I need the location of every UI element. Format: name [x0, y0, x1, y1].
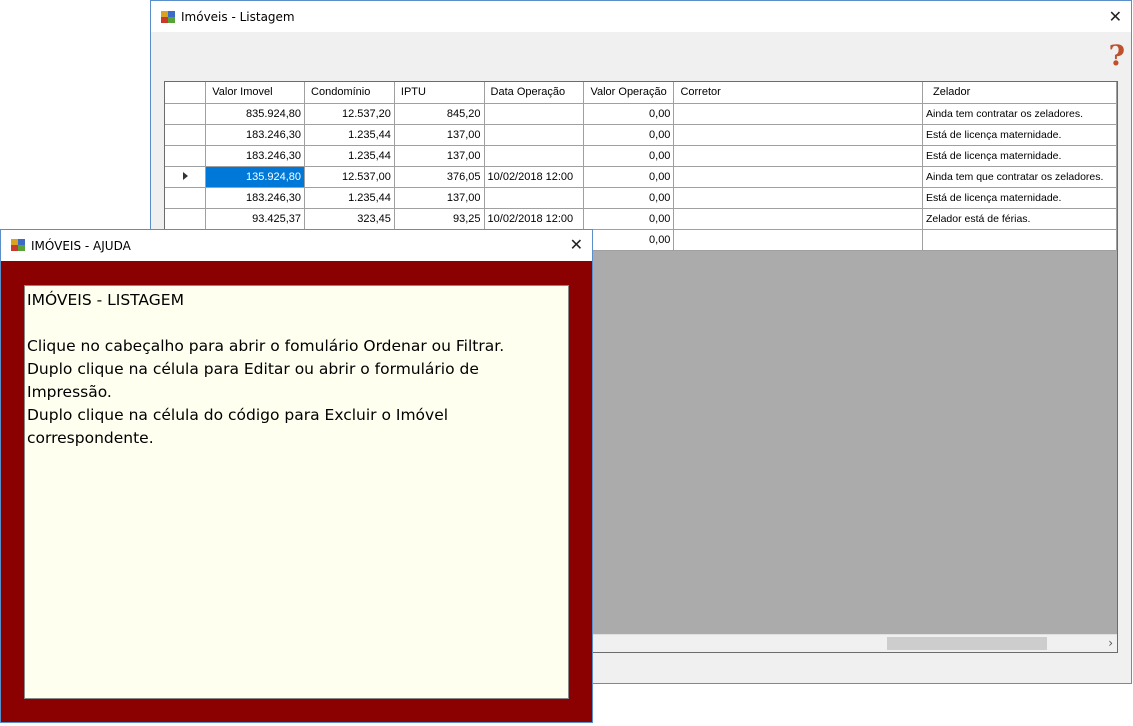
- cell-condominio[interactable]: 12.537,00: [304, 166, 395, 188]
- table-row[interactable]: 183.246,30 1.235,44 137,00 0,00 Está de …: [165, 124, 1117, 146]
- scroll-right-arrow-icon[interactable]: ›: [1108, 636, 1113, 650]
- cell-iptu[interactable]: 845,20: [394, 103, 485, 125]
- cell-valor-operacao[interactable]: 0,00: [583, 229, 675, 251]
- cell-data-operacao[interactable]: [484, 145, 585, 167]
- cell-condominio[interactable]: 1.235,44: [304, 124, 395, 146]
- cell-valor-imovel-selected[interactable]: 135.924,80: [205, 166, 306, 188]
- cell-condominio[interactable]: 1.235,44: [304, 187, 395, 209]
- cell-corretor[interactable]: [673, 103, 923, 125]
- grid-table: Valor Imovel Condomínio IPTU Data Operaç…: [165, 82, 1117, 251]
- cell-valor-operacao[interactable]: 0,00: [583, 166, 675, 188]
- cell-zelador[interactable]: [922, 229, 1117, 251]
- cell-data-operacao[interactable]: [484, 187, 585, 209]
- row-header[interactable]: [165, 124, 207, 146]
- close-icon[interactable]: ✕: [1109, 9, 1122, 25]
- cell-corretor[interactable]: [673, 229, 923, 251]
- cell-zelador[interactable]: Ainda tem contratar os zeladores.: [922, 103, 1117, 125]
- column-header-data-operacao[interactable]: Data Operação: [484, 82, 585, 104]
- table-row[interactable]: 93.425,37 323,45 93,25 10/02/2018 12:00 …: [165, 208, 1117, 230]
- cell-corretor[interactable]: [673, 166, 923, 188]
- cell-iptu[interactable]: 93,25: [394, 208, 485, 230]
- cell-iptu[interactable]: 137,00: [394, 145, 485, 167]
- cell-valor-imovel[interactable]: 183.246,30: [205, 145, 306, 167]
- column-header-valor-imovel[interactable]: Valor Imovel: [205, 82, 306, 104]
- cell-iptu[interactable]: 376,05: [394, 166, 485, 188]
- column-header-iptu[interactable]: IPTU: [394, 82, 485, 104]
- row-header[interactable]: [165, 166, 207, 188]
- app-icon: [161, 11, 175, 23]
- cell-valor-imovel[interactable]: 835.924,80: [205, 103, 306, 125]
- cell-iptu[interactable]: 137,00: [394, 187, 485, 209]
- cell-valor-operacao[interactable]: 0,00: [583, 103, 675, 125]
- row-header[interactable]: [165, 103, 207, 125]
- cell-data-operacao[interactable]: 10/02/2018 12:00: [484, 166, 585, 188]
- cell-zelador[interactable]: Está de licença maternidade.: [922, 124, 1117, 146]
- cell-valor-operacao[interactable]: 0,00: [583, 124, 675, 146]
- cell-zelador[interactable]: Está de licença maternidade.: [922, 145, 1117, 167]
- cell-condominio[interactable]: 323,45: [304, 208, 395, 230]
- row-header[interactable]: [165, 145, 207, 167]
- help-window: IMÓVEIS - AJUDA ✕ IMÓVEIS - LISTAGEM Cli…: [0, 229, 593, 723]
- cell-valor-operacao[interactable]: 0,00: [583, 208, 675, 230]
- current-row-arrow-icon: [182, 171, 188, 180]
- cell-zelador[interactable]: Está de licença maternidade.: [922, 187, 1117, 209]
- cell-condominio[interactable]: 12.537,20: [304, 103, 395, 125]
- column-header-zelador[interactable]: Zelador: [922, 82, 1117, 104]
- row-header[interactable]: [165, 187, 207, 209]
- row-header[interactable]: [165, 208, 207, 230]
- table-row-current[interactable]: 135.924,80 12.537,00 376,05 10/02/2018 1…: [165, 166, 1117, 188]
- grid-header-row: Valor Imovel Condomínio IPTU Data Operaç…: [165, 82, 1117, 104]
- cell-valor-operacao[interactable]: 0,00: [583, 187, 675, 209]
- cell-valor-imovel[interactable]: 183.246,30: [205, 187, 306, 209]
- cell-corretor[interactable]: [673, 145, 923, 167]
- column-header-valor-operacao[interactable]: Valor Operação: [583, 82, 675, 104]
- close-icon[interactable]: ✕: [570, 237, 583, 253]
- column-header-condominio[interactable]: Condomínio: [304, 82, 395, 104]
- cell-data-operacao[interactable]: [484, 103, 585, 125]
- cell-valor-operacao[interactable]: 0,00: [583, 145, 675, 167]
- help-text-box[interactable]: IMÓVEIS - LISTAGEM Clique no cabeçalho p…: [24, 285, 569, 699]
- table-row[interactable]: 183.246,30 1.235,44 137,00 0,00 Está de …: [165, 187, 1117, 209]
- cell-data-operacao[interactable]: [484, 124, 585, 146]
- cell-zelador[interactable]: Ainda tem que contratar os zeladores.: [922, 166, 1117, 188]
- cell-iptu[interactable]: 137,00: [394, 124, 485, 146]
- scrollbar-thumb[interactable]: [887, 637, 1047, 650]
- column-header-corretor[interactable]: Corretor: [673, 82, 923, 104]
- help-icon[interactable]: ?: [1109, 39, 1125, 72]
- cell-data-operacao[interactable]: 10/02/2018 12:00: [484, 208, 585, 230]
- window-title: Imóveis - Listagem: [181, 10, 295, 24]
- cell-corretor[interactable]: [673, 208, 923, 230]
- cell-valor-imovel[interactable]: 93.425,37: [205, 208, 306, 230]
- cell-corretor[interactable]: [673, 187, 923, 209]
- row-header-corner: [165, 82, 207, 104]
- app-icon: [11, 239, 25, 251]
- cell-corretor[interactable]: [673, 124, 923, 146]
- table-row[interactable]: 183.246,30 1.235,44 137,00 0,00 Está de …: [165, 145, 1117, 167]
- cell-condominio[interactable]: 1.235,44: [304, 145, 395, 167]
- help-window-title: IMÓVEIS - AJUDA: [31, 239, 131, 253]
- cell-valor-imovel[interactable]: 183.246,30: [205, 124, 306, 146]
- table-row[interactable]: 835.924,80 12.537,20 845,20 0,00 Ainda t…: [165, 103, 1117, 125]
- listing-titlebar[interactable]: Imóveis - Listagem ✕: [151, 1, 1131, 32]
- help-titlebar[interactable]: IMÓVEIS - AJUDA ✕: [1, 230, 592, 261]
- cell-zelador[interactable]: Zelador está de férias.: [922, 208, 1117, 230]
